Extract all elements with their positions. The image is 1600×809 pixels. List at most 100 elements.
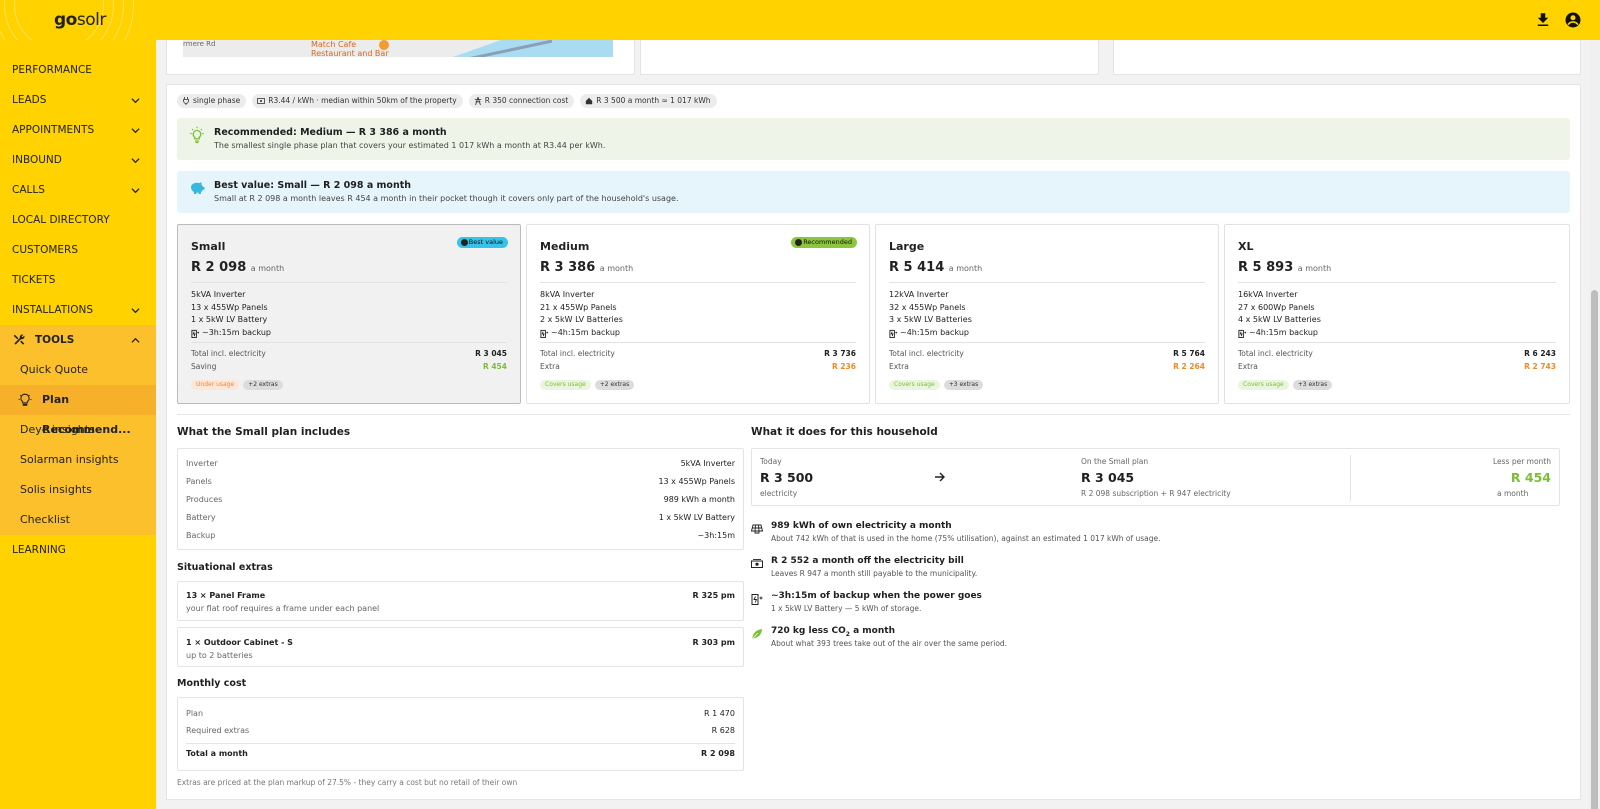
sidebar-group-tools: TOOLS Quick Quote Plan Recommend... Deye… <box>0 325 156 535</box>
include-row-battery: Battery 1 x 5kW LV Battery <box>186 513 735 522</box>
chip-connection-cost: R 350 connection cost <box>468 94 575 108</box>
arrow-right-icon <box>935 472 945 482</box>
sidebar-item-deye-insights[interactable]: Deye insights <box>0 415 156 445</box>
sidebar-item-leads[interactable]: LEADS <box>0 85 156 115</box>
monthly-row-plan: Plan R 1 470 <box>186 709 735 718</box>
plan-price: R 5 414 a month <box>889 260 983 275</box>
top-bar: gosolr <box>0 0 1600 40</box>
chip-phase: single phase <box>177 94 247 108</box>
info-card-2 <box>640 40 1099 75</box>
extras-tag: +2 extras <box>243 380 283 390</box>
chevron-down-icon <box>131 188 140 194</box>
include-row-inverter: Inverter 5kVA Inverter <box>186 459 735 468</box>
plan-tags: Covers usage +3 extras <box>889 380 984 390</box>
plan-price: R 2 098 a month <box>191 260 285 275</box>
plan-card-large[interactable]: Large R 5 414 a month 12kVA Inverter 32 … <box>875 224 1219 404</box>
sidebar-item-inbound[interactable]: INBOUND <box>0 145 156 175</box>
extra-item-panel-frame: 13 × Panel Frame R 325 pm your flat roof… <box>177 581 744 621</box>
leaf-icon <box>751 629 762 640</box>
monthly-row-extras: Required extras R 628 <box>186 726 735 735</box>
sidebar-item-local-directory[interactable]: LOCAL DIRECTORY <box>0 205 156 235</box>
solar-panel-icon <box>751 524 763 534</box>
sidebar-item-solarman-insights[interactable]: Solarman insights <box>0 445 156 475</box>
plan-specs: 12kVA Inverter 32 x 455Wp Panels 3 x 5kW… <box>889 290 972 338</box>
household-comparison: Today R 3 500 electricity On the Small p… <box>751 448 1560 506</box>
plan-card-small[interactable]: Small Best value R 2 098 a month 5kVA In… <box>177 224 521 404</box>
chip-tariff: R3.44 / kWh · median within 50km of the … <box>252 94 463 108</box>
pylon-icon <box>474 97 481 105</box>
sidebar-item-tickets[interactable]: TICKETS <box>0 265 156 295</box>
includes-title: What the Small plan includes <box>177 426 351 438</box>
download-icon[interactable] <box>1534 11 1552 29</box>
include-row-backup: Backup ~3h:15m <box>186 531 735 540</box>
lightbulb-icon <box>18 393 32 406</box>
plan-card-medium[interactable]: Medium Recommended R 3 386 a month 8kVA … <box>526 224 870 404</box>
piggy-bank-icon <box>191 182 205 194</box>
property-map[interactable]: rmere Rd Match Cafe Restaurant and Bar <box>183 40 613 57</box>
lightbulb-icon <box>190 126 204 144</box>
usage-tag: Covers usage <box>540 380 591 390</box>
plan-total-row: Total incl. electricity R 6 243 <box>1238 349 1556 358</box>
plan-tags: Under usage +2 extras <box>191 380 283 390</box>
include-row-panels: Panels 13 x 455Wp Panels <box>186 477 735 486</box>
sidebar-item-customers[interactable]: CUSTOMERS <box>0 235 156 265</box>
battery-charging-icon <box>1238 329 1247 338</box>
monthly-cost-title: Monthly cost <box>177 678 247 689</box>
sidebar-item-performance[interactable]: PERFORMANCE <box>0 55 156 85</box>
sidebar-item-tools[interactable]: TOOLS <box>0 325 156 355</box>
plan-tags: Covers usage +2 extras <box>540 380 635 390</box>
map-pin-icon <box>379 40 389 50</box>
chevron-down-icon <box>131 158 140 164</box>
plan-diff-row: Extra R 236 <box>540 362 856 371</box>
sidebar-item-checklist[interactable]: Checklist <box>0 505 156 535</box>
usage-tag: Covers usage <box>1238 380 1289 390</box>
sidebar-item-installations[interactable]: INSTALLATIONS <box>0 295 156 325</box>
sidebar-item-calls[interactable]: CALLS <box>0 175 156 205</box>
monthly-cost-box: Plan R 1 470 Required extras R 628 Total a… <box>177 697 744 771</box>
include-row-produces: Produces 989 kWh a month <box>186 495 735 504</box>
sidebar-item-solis-insights[interactable]: Solis insights <box>0 475 156 505</box>
tools-icon <box>13 334 25 345</box>
plan-tags: Covers usage +3 extras <box>1238 380 1333 390</box>
plan-total-row: Total incl. electricity R 3 045 <box>191 349 507 358</box>
info-card-3 <box>1113 40 1581 75</box>
home-icon <box>586 97 593 105</box>
scrollbar-thumb[interactable] <box>1591 290 1598 809</box>
usage-tag: Under usage <box>191 380 240 390</box>
chevron-down-icon <box>131 128 140 134</box>
extras-title: Situational extras <box>177 562 273 573</box>
plan-diff-row: Extra R 2 743 <box>1238 362 1556 371</box>
sidebar-item-plan-recommender[interactable]: Plan Recommend... <box>0 385 156 436</box>
plan-specs: 5kVA Inverter 13 x 455Wp Panels 1 x 5kW … <box>191 290 271 338</box>
extras-pricing-note: Extras are priced at the plan markup of … <box>177 778 518 787</box>
plan-diff-row: Saving R 454 <box>191 362 507 371</box>
chip-monthly-usage: R 3 500 a month ≈ 1 017 kWh <box>580 94 717 108</box>
includes-box: Inverter 5kVA Inverter Panels 13 x 455Wp P… <box>177 448 744 550</box>
plan-specs: 16kVA Inverter 27 x 600Wp Panels 4 x 5kW… <box>1238 290 1321 338</box>
sidebar-item-learning[interactable]: LEARNING <box>0 535 156 565</box>
plan-diff-row: Extra R 2 264 <box>889 362 1205 371</box>
recommended-banner: Recommended: Medium — R 3 386 a month Th… <box>177 118 1570 160</box>
sidebar-item-appointments[interactable]: APPOINTMENTS <box>0 115 156 145</box>
extras-tag: +3 extras <box>1292 380 1333 390</box>
app-logo[interactable]: gosolr <box>54 10 106 30</box>
monthly-row-total: Total a month R 2 098 <box>186 749 735 758</box>
account-icon[interactable] <box>1564 11 1582 29</box>
top-cards-row: rmere Rd Match Cafe Restaurant and Bar <box>166 40 1581 75</box>
chevron-up-icon <box>131 337 140 343</box>
map-card: rmere Rd Match Cafe Restaurant and Bar <box>166 40 635 75</box>
chevron-down-icon <box>131 98 140 104</box>
extras-tag: +2 extras <box>594 380 635 390</box>
plan-card-xl[interactable]: XL R 5 893 a month 16kVA Inverter 27 x 6… <box>1224 224 1570 404</box>
usage-tag: Covers usage <box>889 380 940 390</box>
best-value-banner: Best value: Small — R 2 098 a month Smal… <box>177 171 1570 213</box>
extra-item-outdoor-cabinet: 1 × Outdoor Cabinet - S R 303 pm up to 2… <box>177 627 744 667</box>
battery-charging-icon <box>889 329 898 338</box>
plan-options: Small Best value R 2 098 a month 5kVA In… <box>177 224 1570 404</box>
scrollbar-track[interactable] <box>1589 40 1600 809</box>
sidebar: PERFORMANCE LEADS APPOINTMENTS INBOUND CALLS… <box>0 40 156 809</box>
property-chips: single phase R3.44 / kWh · median within… <box>177 94 717 108</box>
cash-icon <box>751 559 763 568</box>
section-divider <box>177 414 1570 415</box>
sidebar-item-quick-quote[interactable]: Quick Quote <box>0 355 156 385</box>
